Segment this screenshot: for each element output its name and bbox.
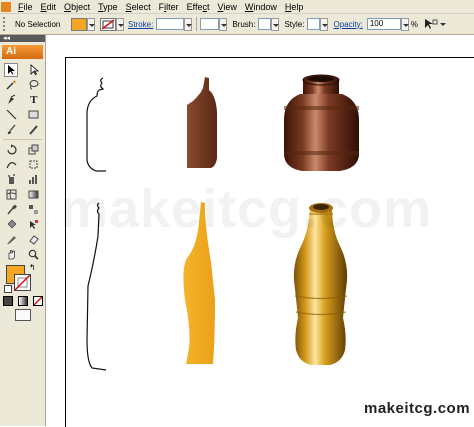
watermark: makeitcg.com — [60, 179, 433, 239]
jar-3d-render — [284, 74, 359, 171]
brand-logo-text: makeitcg.com — [364, 400, 471, 417]
jar-half-shape — [187, 77, 217, 168]
jar-profile-path — [86, 77, 106, 172]
